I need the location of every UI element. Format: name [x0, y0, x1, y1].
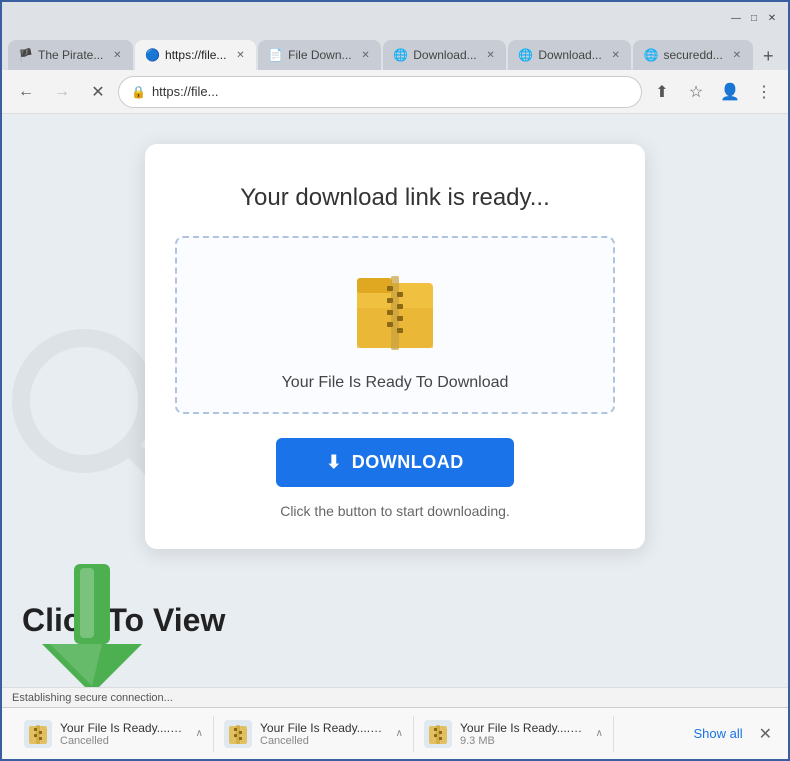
dl-info-1: Your File Is Ready....vhd Cancelled: [60, 721, 188, 747]
nav-bar: ← → ✕ 🔒 https://file... ⬆ ☆ 👤 ⋮: [2, 70, 788, 114]
tab-bar: 🏴 The Pirate... ✕ 🔵 https://file... ✕ 📄 …: [2, 34, 788, 70]
dl-chevron-2[interactable]: ∧: [396, 728, 403, 739]
dl-filename-2: Your File Is Ready....vhd: [260, 721, 388, 735]
file-label: Your File Is Ready To Download: [197, 374, 593, 392]
dl-filename-3: Your File Is Ready....vhd: [460, 721, 588, 735]
download-button[interactable]: ⬇ DOWNLOAD: [276, 438, 514, 487]
tab-label-pirates: The Pirate...: [38, 48, 103, 62]
download-item-1: Your File Is Ready....vhd Cancelled ∧: [14, 716, 214, 752]
tab-favicon-download2: 🌐: [518, 48, 532, 62]
dl-file-icon-1: [24, 720, 52, 748]
dl-info-3: Your File Is Ready....vhd 9.3 MB: [460, 721, 588, 747]
bookmark-button[interactable]: ☆: [680, 76, 712, 108]
tab-favicon-file: 🔵: [145, 48, 159, 62]
tab-label-filedown: File Down...: [288, 48, 351, 62]
tab-file-active[interactable]: 🔵 https://file... ✕: [135, 40, 256, 70]
minimize-button[interactable]: —: [728, 10, 744, 26]
tab-close-filedown[interactable]: ✕: [358, 47, 374, 63]
page-content: psk.com Your download link is ready...: [2, 114, 788, 759]
tab-favicon-pirates: 🏴: [18, 48, 32, 62]
address-text: https://file...: [152, 84, 629, 99]
address-bar[interactable]: 🔒 https://file...: [118, 76, 642, 108]
download-card: Your download link is ready...: [145, 144, 645, 549]
tab-label-download1: Download...: [413, 48, 476, 62]
dl-zip-icon-1: [28, 723, 48, 745]
click-hint: Click the button to start downloading.: [175, 503, 615, 519]
tab-close-download2[interactable]: ✕: [608, 47, 624, 63]
dl-zip-icon-3: [428, 723, 448, 745]
dl-status-3: 9.3 MB: [460, 735, 588, 747]
tab-favicon-filedown: 📄: [268, 48, 282, 62]
nav-actions: ⬆ ☆ 👤 ⋮: [646, 76, 780, 108]
green-arrow: [42, 564, 142, 699]
file-preview: Your File Is Ready To Download: [175, 236, 615, 414]
tab-label-download2: Download...: [538, 48, 601, 62]
maximize-button[interactable]: □: [746, 10, 762, 26]
tab-close-secured[interactable]: ✕: [729, 47, 745, 63]
forward-button[interactable]: →: [46, 76, 78, 108]
zip-icon-svg: [355, 268, 435, 358]
download-bar-close-button[interactable]: ✕: [755, 720, 776, 748]
card-title: Your download link is ready...: [175, 184, 615, 212]
dl-file-icon-3: [424, 720, 452, 748]
dl-zip-icon-2: [228, 723, 248, 745]
dl-info-2: Your File Is Ready....vhd Cancelled: [260, 721, 388, 747]
download-bar: Your File Is Ready....vhd Cancelled ∧: [2, 707, 788, 759]
download-icon: ⬇: [326, 452, 342, 473]
back-button[interactable]: ←: [10, 76, 42, 108]
status-text: Establishing secure connection...: [12, 692, 173, 704]
close-button[interactable]: ✕: [764, 10, 780, 26]
tab-filedown[interactable]: 📄 File Down... ✕: [258, 40, 381, 70]
tab-close-download1[interactable]: ✕: [483, 47, 499, 63]
download-bar-actions: Show all ✕: [693, 720, 776, 748]
title-bar: — □ ✕: [2, 2, 788, 34]
download-item-2: Your File Is Ready....vhd Cancelled ∧: [214, 716, 414, 752]
tab-secured[interactable]: 🌐 securedd... ✕: [633, 40, 752, 70]
download-btn-label: DOWNLOAD: [352, 452, 464, 473]
tab-favicon-download1: 🌐: [393, 48, 407, 62]
menu-button[interactable]: ⋮: [748, 76, 780, 108]
tab-favicon-secured: 🌐: [643, 48, 657, 62]
tab-pirates[interactable]: 🏴 The Pirate... ✕: [8, 40, 133, 70]
window-controls: — □ ✕: [728, 10, 780, 26]
dl-chevron-1[interactable]: ∧: [196, 728, 203, 739]
new-tab-button[interactable]: +: [755, 42, 782, 70]
status-bar: Establishing secure connection...: [2, 687, 788, 707]
tab-download1[interactable]: 🌐 Download... ✕: [383, 40, 506, 70]
lock-icon: 🔒: [131, 85, 146, 99]
dl-filename-1: Your File Is Ready....vhd: [60, 721, 188, 735]
dl-status-1: Cancelled: [60, 735, 188, 747]
file-icon: [355, 268, 435, 358]
dl-status-2: Cancelled: [260, 735, 388, 747]
download-item-3: Your File Is Ready....vhd 9.3 MB ∧: [414, 716, 614, 752]
dl-chevron-3[interactable]: ∧: [596, 728, 603, 739]
arrow-svg: [42, 564, 142, 694]
dl-file-icon-2: [224, 720, 252, 748]
show-all-button[interactable]: Show all: [693, 726, 742, 741]
tab-label-secured: securedd...: [663, 48, 722, 62]
tab-label-file: https://file...: [165, 48, 226, 62]
share-button[interactable]: ⬆: [646, 76, 678, 108]
tab-close-pirates[interactable]: ✕: [109, 47, 125, 63]
browser-window: — □ ✕ 🏴 The Pirate... ✕ 🔵 https://file..…: [0, 0, 790, 761]
reload-button[interactable]: ✕: [82, 76, 114, 108]
tab-close-file[interactable]: ✕: [232, 47, 248, 63]
profile-button[interactable]: 👤: [714, 76, 746, 108]
tab-download2[interactable]: 🌐 Download... ✕: [508, 40, 631, 70]
